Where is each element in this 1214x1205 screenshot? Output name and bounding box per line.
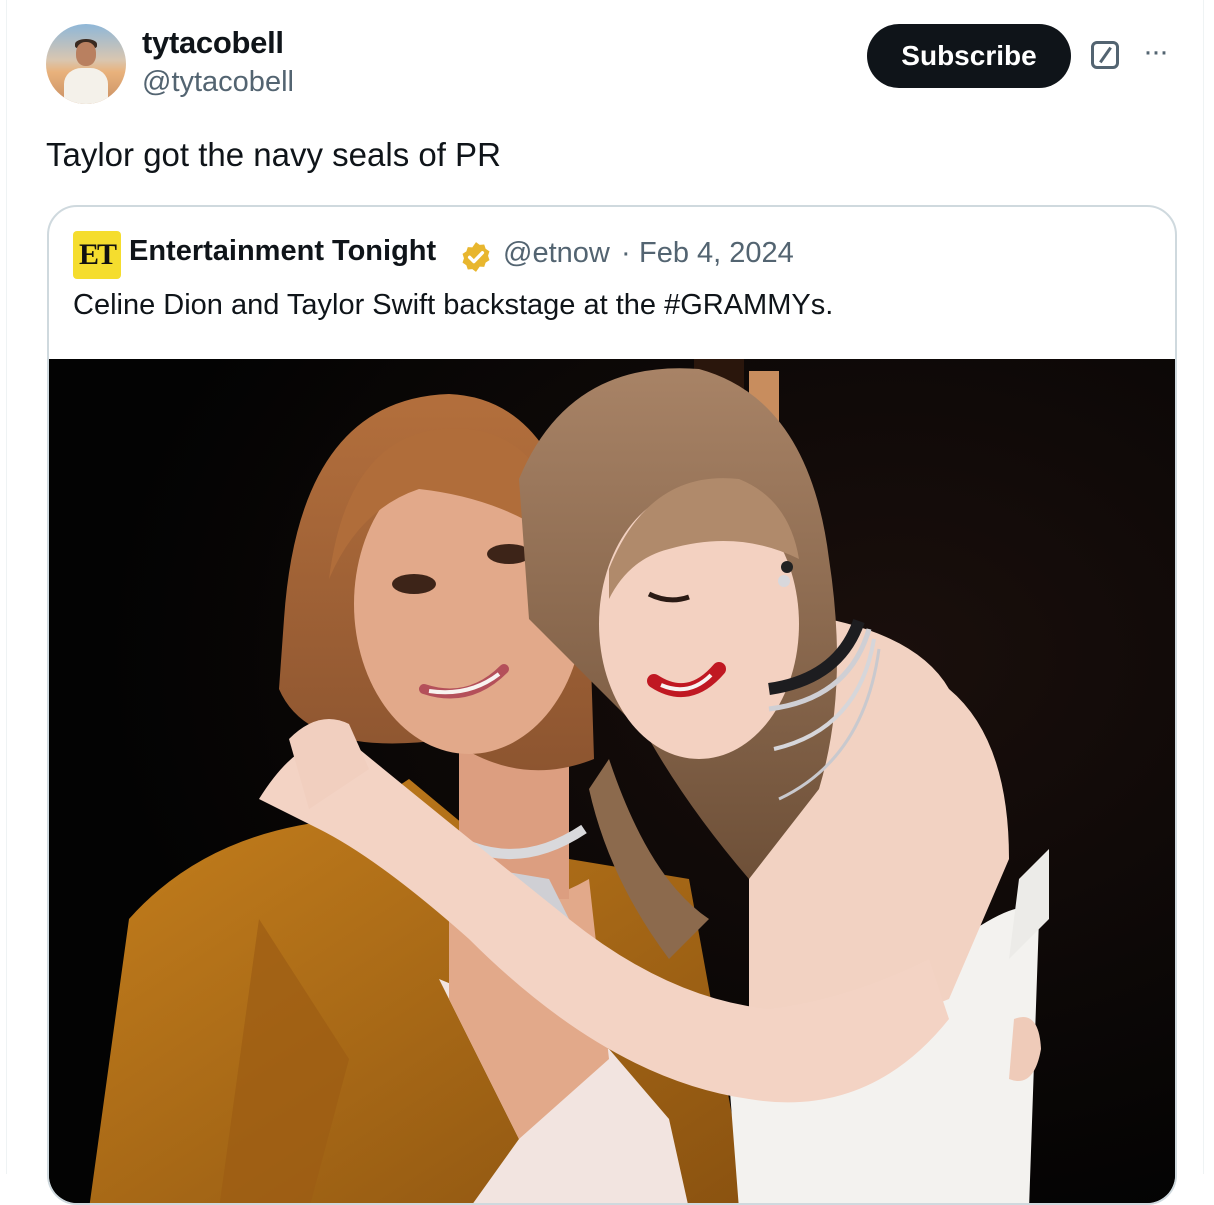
quoted-handle[interactable]: @etnow — [503, 237, 610, 270]
grok-icon[interactable] — [1091, 41, 1119, 69]
author-avatar[interactable] — [46, 24, 126, 104]
tweet-text: Taylor got the navy seals of PR — [46, 136, 501, 173]
quoted-photo[interactable] — [49, 359, 1175, 1203]
tweet-card: tytacobell @tytacobell Subscribe ··· Tay… — [6, 0, 1204, 1205]
author-display-name[interactable]: tytacobell — [142, 25, 284, 61]
quoted-tweet[interactable]: ET Entertainment Tonight @etnow · Feb 4,… — [47, 205, 1177, 1205]
author-handle[interactable]: @tytacobell — [142, 66, 294, 99]
photo-illustration — [49, 359, 1175, 1203]
quoted-text: Celine Dion and Taylor Swift backstage a… — [73, 289, 834, 321]
more-icon[interactable]: ··· — [1143, 36, 1175, 68]
quoted-date[interactable]: Feb 4, 2024 — [639, 237, 794, 270]
separator-dot: · — [621, 237, 631, 269]
verified-badge-icon — [462, 242, 490, 272]
et-logo[interactable]: ET — [73, 231, 121, 279]
subscribe-button[interactable]: Subscribe — [867, 24, 1071, 88]
quoted-display-name[interactable]: Entertainment Tonight — [129, 235, 436, 268]
